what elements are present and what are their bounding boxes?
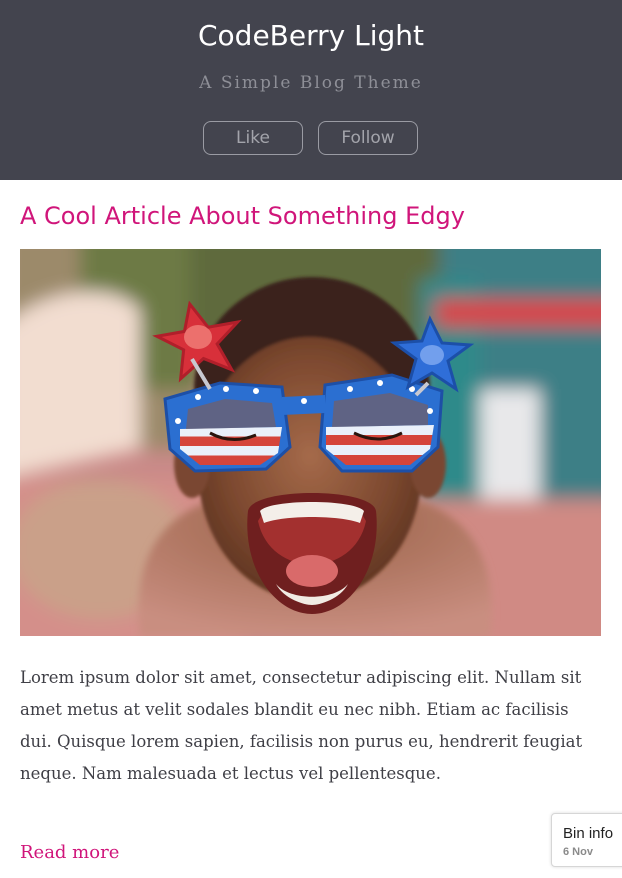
post-title[interactable]: A Cool Article About Something Edgy bbox=[20, 198, 465, 234]
post-image bbox=[20, 249, 601, 636]
like-button[interactable]: Like bbox=[203, 121, 303, 155]
bin-info-label: Bin info bbox=[563, 825, 614, 842]
site-tagline: A Simple Blog Theme bbox=[199, 73, 423, 93]
bin-info-date: 6 Nov bbox=[563, 846, 593, 858]
bin-info-widget[interactable]: Bin info 6 Nov bbox=[551, 813, 622, 867]
read-more-link[interactable]: Read more bbox=[20, 838, 119, 868]
laughing-child-illustration bbox=[20, 249, 601, 636]
follow-button[interactable]: Follow bbox=[318, 121, 418, 155]
site-header: CodeBerry Light A Simple Blog Theme Like… bbox=[0, 0, 622, 180]
site-title[interactable]: CodeBerry Light bbox=[0, 16, 622, 56]
post-excerpt: Lorem ipsum dolor sit amet, consectetur … bbox=[20, 668, 583, 783]
